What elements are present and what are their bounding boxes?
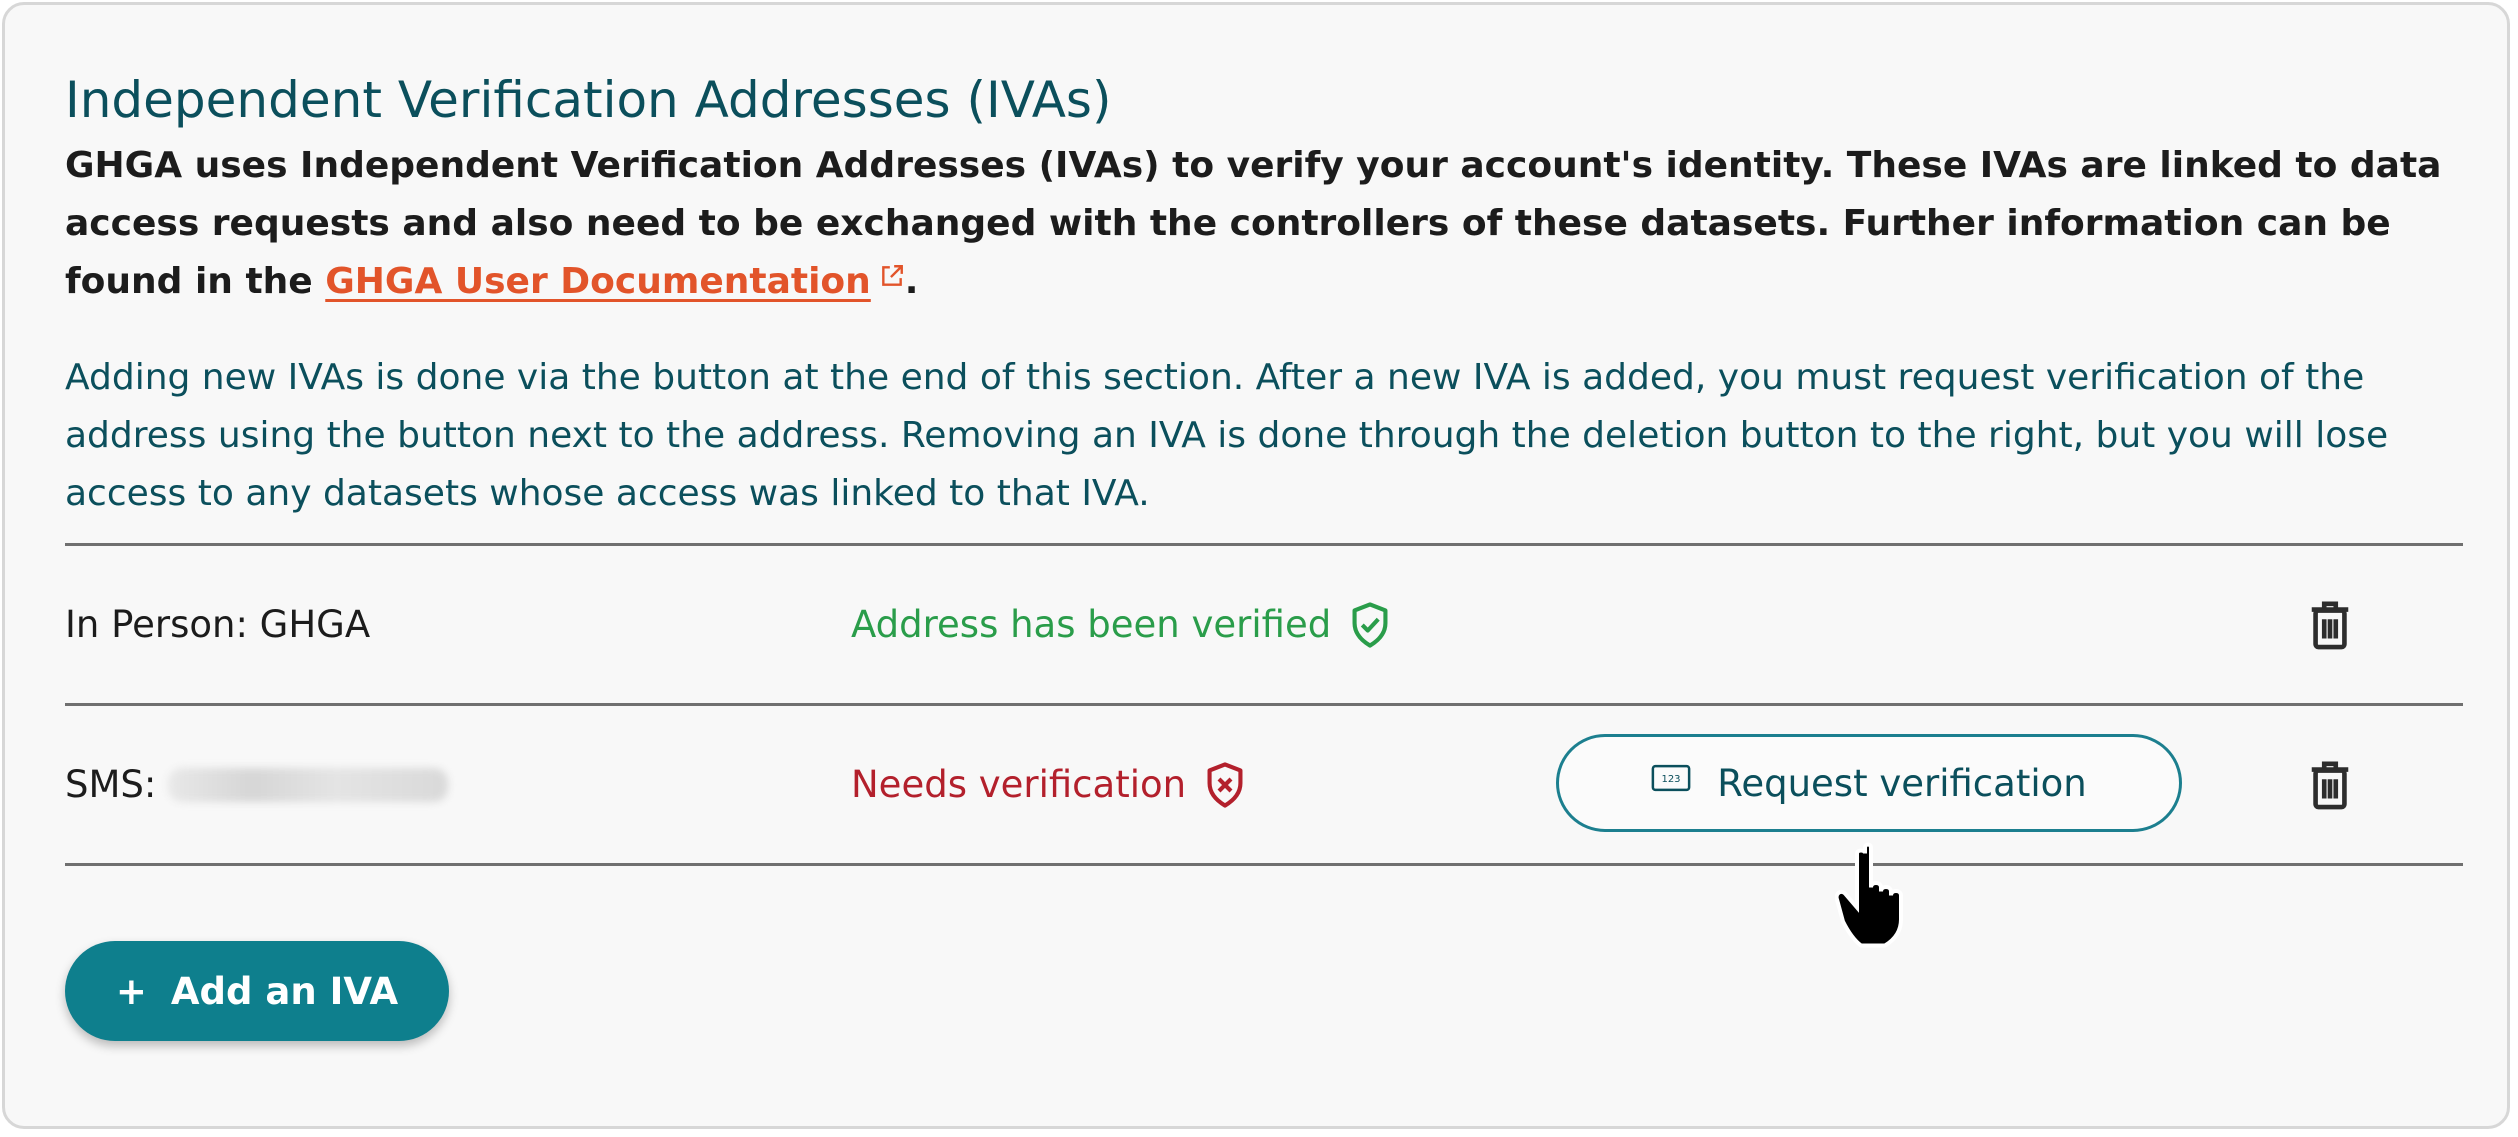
delete-iva-button[interactable] [2308,600,2352,650]
delete-iva-button[interactable] [2308,760,2352,810]
intro-text: GHGA uses Independent Verification Addre… [65,137,2465,311]
svg-text:123: 123 [1662,774,1681,785]
iva-row-in-person: In Person: GHGA Address has been verifie… [65,546,2463,706]
iva-type-label: SMS: [65,763,157,806]
section-title: Independent Verification Addresses (IVAs… [65,71,1112,129]
add-iva-button[interactable]: + Add an IVA [65,941,449,1041]
keypad-icon: 123 [1651,764,1691,792]
hand-pointer-icon [1835,842,1903,948]
user-documentation-link[interactable]: GHGA User Documentation [325,261,871,302]
shield-x-icon [1207,761,1243,808]
iva-status-verified: Address has been verified [851,546,1391,703]
intro-after-link: . [904,261,919,302]
iva-row-sms: SMS: Needs verification 123 Request veri… [65,706,2463,866]
iva-section: Independent Verification Addresses (IVAs… [65,67,2465,523]
status-text: Address has been verified [851,603,1332,646]
instructions-text: Adding new IVAs is done via the button a… [65,357,2389,514]
iva-card: Independent Verification Addresses (IVAs… [2,2,2510,1129]
plus-icon: + [115,969,147,1013]
iva-label: SMS: [65,706,449,863]
external-link-icon [881,265,903,286]
iva-label: In Person: GHGA [65,603,371,646]
status-text: Needs verification [851,763,1187,806]
iva-list: In Person: GHGA Address has been verifie… [65,543,2463,866]
iva-status-unverified: Needs verification [851,706,1246,863]
masked-phone-number [168,767,449,802]
shield-check-icon [1352,601,1388,648]
add-iva-label: Add an IVA [170,969,399,1013]
request-verification-button[interactable]: 123 Request verification [1556,734,2182,832]
request-verification-label: Request verification [1717,761,2087,805]
